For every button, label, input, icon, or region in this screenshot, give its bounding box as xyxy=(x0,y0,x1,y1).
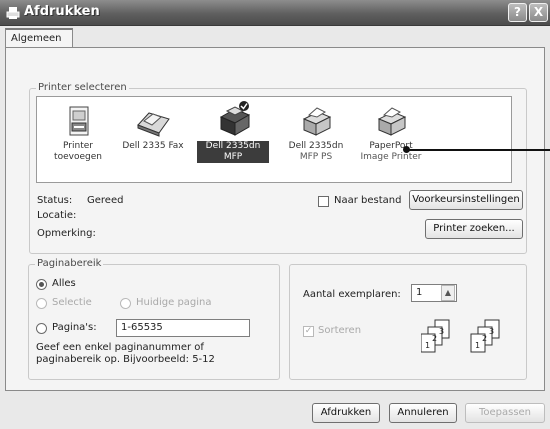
callout-line xyxy=(408,149,550,151)
preferences-button[interactable]: Voorkeursinstellingen xyxy=(409,190,523,210)
range-all-radio[interactable] xyxy=(36,279,47,290)
collate-label[interactable]: Sorteren xyxy=(318,325,361,336)
svg-text:3: 3 xyxy=(439,327,444,336)
printer-item-dell-2335dn-mfp-ps[interactable]: Dell 2335dn MFP PS xyxy=(280,105,352,163)
range-current-page-radio[interactable] xyxy=(120,298,131,309)
page-range-legend: Paginabereik xyxy=(35,258,104,269)
svg-text:1: 1 xyxy=(475,341,480,350)
title-bar: Afdrukken ? X xyxy=(0,0,550,26)
help-button[interactable]: ? xyxy=(508,3,527,22)
print-to-file-label[interactable]: Naar bestand xyxy=(334,195,401,206)
close-button[interactable]: X xyxy=(529,3,548,22)
printer-label-line1: Dell 2335dn xyxy=(197,141,269,152)
status-label: Status: xyxy=(37,195,73,206)
range-hint-line1: Geef een enkel paginanummer of xyxy=(36,342,204,353)
comment-label: Opmerking: xyxy=(37,228,96,239)
printer-icon xyxy=(377,107,407,136)
svg-text:2: 2 xyxy=(432,334,437,343)
printer-label-line2: Image Printer xyxy=(360,152,422,162)
printer-item-paperport[interactable]: PaperPort Image Printer xyxy=(355,105,427,163)
fax-icon xyxy=(137,112,170,137)
add-printer-icon xyxy=(69,106,89,136)
copies-label: Aantal exemplaren: xyxy=(303,289,401,300)
collate-checkbox[interactable]: ✓ xyxy=(303,326,314,337)
collate-illustration-icon: 123 123 xyxy=(421,319,500,353)
apply-button[interactable]: Toepassen xyxy=(465,403,545,423)
printer-list[interactable]: Printer toevoegen Dell 2335 Fax Dell 233… xyxy=(36,96,512,183)
printer-label-line2: MFP xyxy=(197,152,269,163)
printer-item-add-printer[interactable]: Printer toevoegen xyxy=(42,105,114,163)
printer-label-line2: MFP PS xyxy=(299,152,333,162)
range-hint-line2: paginabereik op. Bijvoorbeeld: 5-12 xyxy=(36,354,215,365)
svg-text:2: 2 xyxy=(482,334,487,343)
tab-label: Algemeen xyxy=(11,33,62,44)
help-icon: ? xyxy=(514,5,521,19)
printer-label-line1: Printer xyxy=(63,141,93,151)
print-button[interactable]: Afdrukken xyxy=(312,403,380,423)
range-pages-radio[interactable] xyxy=(36,323,47,334)
status-value: Gereed xyxy=(87,195,124,206)
pages-input[interactable]: 1-65535 xyxy=(116,319,250,337)
printer-select-legend: Printer selecteren xyxy=(36,82,129,93)
printer-icon xyxy=(302,107,332,136)
cancel-button[interactable]: Annuleren xyxy=(389,403,457,423)
print-to-file-checkbox[interactable] xyxy=(318,196,329,207)
printer-label-line1: Dell 2335 Fax xyxy=(122,141,184,151)
range-pages-label[interactable]: Pagina's: xyxy=(52,322,97,333)
printer-item-dell-2335dn-mfp[interactable]: Dell 2335dn MFP xyxy=(197,99,269,163)
window-title: Afdrukken xyxy=(24,4,100,19)
find-printer-button[interactable]: Printer zoeken... xyxy=(425,219,523,239)
print-dialog: Afdrukken ? X Algemeen Printer selectere… xyxy=(0,0,550,429)
copies-spinner[interactable]: ▲ xyxy=(441,285,455,301)
location-label: Locatie: xyxy=(37,210,77,221)
printer-item-dell-2335-fax[interactable]: Dell 2335 Fax xyxy=(117,105,189,152)
range-current-page-label[interactable]: Huidige pagina xyxy=(136,297,212,308)
tab-algemeen[interactable]: Algemeen xyxy=(5,28,73,48)
printer-label-line1: Dell 2335dn xyxy=(288,141,344,151)
range-selection-label[interactable]: Selectie xyxy=(52,297,92,308)
printer-app-icon xyxy=(6,7,20,19)
range-all-label[interactable]: Alles xyxy=(52,278,76,289)
close-icon: X xyxy=(533,5,544,19)
printer-label-line2: toevoegen xyxy=(54,152,102,162)
svg-text:1: 1 xyxy=(425,341,430,350)
range-selection-radio[interactable] xyxy=(36,298,47,309)
svg-text:3: 3 xyxy=(489,327,494,336)
printer-default-icon xyxy=(219,101,251,136)
